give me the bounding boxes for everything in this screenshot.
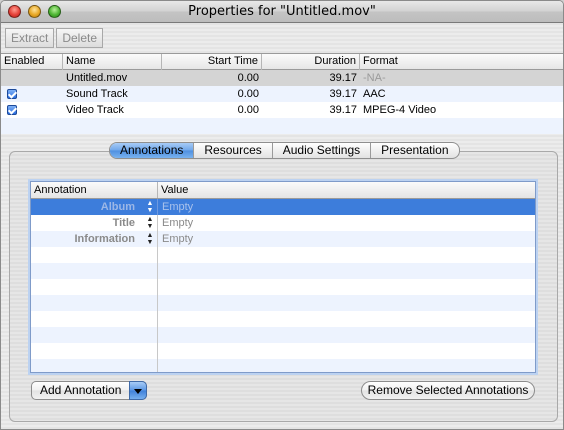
stepper-icon[interactable]: ▲ ▼ [146,232,154,246]
annotations-header: Annotation Value [31,182,535,199]
annotation-label: Information [74,233,136,245]
column-header-value[interactable]: Value [158,182,535,198]
annotation-row-empty [31,247,535,263]
tab-resources[interactable]: Resources [194,143,273,158]
delete-button[interactable]: Delete [56,28,104,48]
remove-selected-annotations-button[interactable]: Remove Selected Annotations [361,381,535,400]
track-row[interactable]: Untitled.mov 0.00 39.17 -NA- [1,70,563,86]
tab-bar: Annotations Resources Audio Settings Pre… [109,142,460,159]
chevron-down-icon[interactable] [129,381,147,400]
track-name: Video Track [66,104,124,116]
track-start-time: 0.00 [237,88,259,100]
annotation-value[interactable]: Empty [158,199,535,215]
track-duration: 39.17 [329,88,357,100]
column-header-start-time[interactable]: Start Time [162,54,262,70]
tab-presentation[interactable]: Presentation [371,143,458,158]
tracks-header: Enabled Name Start Time Duration Format [1,54,563,70]
column-header-name[interactable]: Name [63,54,162,70]
annotation-row-empty [31,359,535,372]
annotation-row-empty [31,263,535,279]
column-header-annotation[interactable]: Annotation [31,182,158,198]
annotation-label: Album [100,201,135,213]
track-enabled-cell [1,86,63,102]
annotation-row[interactable]: Album ▲ ▼ Empty [31,199,535,215]
annotations-rows: Album ▲ ▼ Empty Title ▲ ▼ Empty Information ▲… [31,199,535,372]
annotation-label: Title [112,217,135,229]
annotation-row-empty [31,343,535,359]
column-header-format[interactable]: Format [360,54,563,70]
tab-audio-settings[interactable]: Audio Settings [273,143,372,158]
add-annotation-label: Add Annotation [40,383,122,397]
annotation-row-empty [31,311,535,327]
column-header-duration[interactable]: Duration [262,54,360,70]
track-name: Untitled.mov [66,72,128,84]
toolbar: Extract Delete [5,28,104,48]
track-format: -NA- [363,72,386,84]
tab-annotations[interactable]: Annotations [110,143,195,158]
track-format: MPEG-4 Video [363,104,437,116]
annotation-row[interactable]: Information ▲ ▼ Empty [31,231,535,247]
checkbox-checked-icon[interactable] [7,89,17,99]
stepper-icon[interactable]: ▲ ▼ [146,200,154,214]
tracks-table: Enabled Name Start Time Duration Format … [1,53,563,134]
annotation-row-empty [31,295,535,311]
add-annotation-button[interactable]: Add Annotation [31,381,147,400]
properties-window: Properties for "Untitled.mov" Extract De… [0,0,564,430]
track-start-time: 0.00 [237,104,259,116]
extract-button[interactable]: Extract [5,28,55,48]
stepper-icon[interactable]: ▲ ▼ [146,216,154,230]
track-enabled-cell [1,70,63,86]
annotations-table: Annotation Value Album ▲ ▼ Empty Title ▲ ▼ E… [30,181,536,373]
annotation-row-empty [31,279,535,295]
track-format: AAC [363,88,386,100]
annotation-row[interactable]: Title ▲ ▼ Empty [31,215,535,231]
track-row[interactable]: Video Track 0.00 39.17 MPEG-4 Video [1,102,563,118]
track-duration: 39.17 [329,72,357,84]
track-start-time: 0.00 [237,72,259,84]
track-duration: 39.17 [329,104,357,116]
column-header-enabled[interactable]: Enabled [1,54,63,70]
title-bar[interactable]: Properties for "Untitled.mov" [1,1,563,23]
track-enabled-cell [1,102,63,118]
window-title: Properties for "Untitled.mov" [188,4,376,19]
checkbox-checked-icon[interactable] [7,105,17,115]
track-row[interactable]: Sound Track 0.00 39.17 AAC [1,86,563,102]
annotation-value[interactable]: Empty [158,231,535,247]
track-row-empty [1,118,563,134]
track-name: Sound Track [66,88,128,100]
annotation-row-empty [31,327,535,343]
annotation-value[interactable]: Empty [158,215,535,231]
